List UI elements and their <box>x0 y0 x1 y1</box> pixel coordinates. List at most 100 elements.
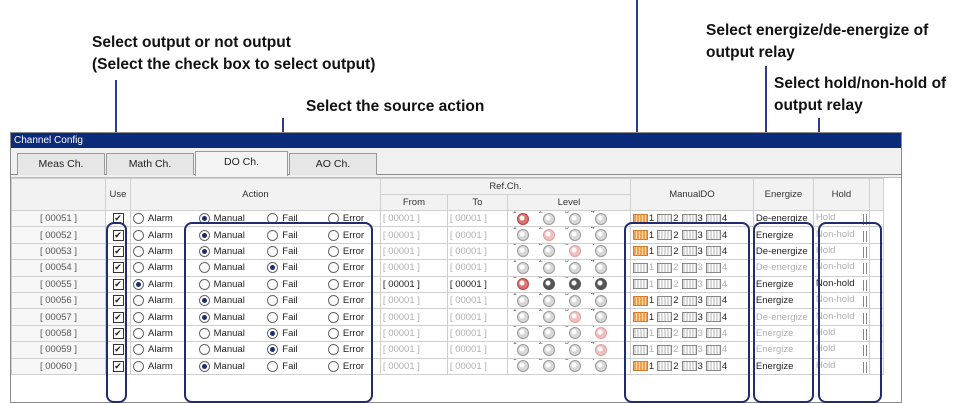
hold-cell[interactable]: Non-hold <box>812 226 870 244</box>
tab-do-ch[interactable]: DO Ch. <box>195 151 288 176</box>
hold-cell[interactable]: Non-hold <box>812 291 870 310</box>
manualdo-switch[interactable]: 4 <box>705 262 727 273</box>
manualdo-switch[interactable]: 3 <box>681 230 703 241</box>
level-lamp-icon[interactable]: 2 <box>539 244 555 258</box>
level-lamp-icon[interactable]: 1 <box>513 261 529 274</box>
use-checkbox[interactable]: ✔ <box>112 344 124 356</box>
hold-cell[interactable]: Non-hold <box>812 259 870 277</box>
manualdo-switch[interactable]: 2 <box>657 295 679 306</box>
energize-cell[interactable]: Energize <box>752 341 814 359</box>
manualdo-switch[interactable]: 1 <box>632 295 654 306</box>
level-lamp-icon[interactable]: 1 <box>513 277 529 291</box>
action-radio-error[interactable] <box>327 229 339 241</box>
ref-from-field[interactable]: [ 00001 ] <box>379 341 448 359</box>
level-lamp-icon[interactable]: 2 <box>539 359 555 373</box>
action-radio-error[interactable] <box>327 262 339 274</box>
energize-cell[interactable]: Energize <box>752 275 814 293</box>
energize-cell[interactable]: Energize <box>752 291 814 310</box>
level-lamp-icon[interactable]: 3 <box>565 293 581 307</box>
action-radio-fail[interactable] <box>267 295 279 307</box>
ref-from-field[interactable]: [ 00001 ] <box>379 242 448 261</box>
hold-cell[interactable]: Hold <box>812 357 870 375</box>
level-lamp-icon[interactable]: 2 <box>539 310 555 324</box>
manualdo-switch[interactable]: 3 <box>681 262 703 273</box>
manualdo-switch[interactable]: 3 <box>681 344 703 355</box>
action-radio-manual[interactable] <box>198 295 210 307</box>
ref-from-field[interactable]: [ 00001 ] <box>379 324 448 343</box>
hold-spinner-icon[interactable] <box>862 246 867 258</box>
level-lamp-icon[interactable]: 2 <box>539 228 555 242</box>
ref-to-field[interactable]: [ 00001 ] <box>446 291 508 310</box>
manualdo-switch[interactable]: 4 <box>705 312 727 323</box>
use-checkbox[interactable]: ✔ <box>112 262 124 274</box>
use-checkbox[interactable]: ✔ <box>112 245 124 257</box>
level-lamp-icon[interactable]: 3 <box>565 310 581 324</box>
action-radio-fail[interactable] <box>267 311 279 323</box>
energize-cell[interactable]: De-energize <box>752 209 814 228</box>
level-lamp-icon[interactable]: 4 <box>591 293 607 307</box>
level-lamp-icon[interactable]: 2 <box>539 326 555 340</box>
manualdo-switch[interactable]: 2 <box>657 262 679 273</box>
ref-to-field[interactable]: [ 00001 ] <box>446 209 508 228</box>
manualdo-switch[interactable]: 1 <box>632 246 654 257</box>
manualdo-switch[interactable]: 1 <box>632 279 654 290</box>
level-lamp-icon[interactable]: 2 <box>539 212 555 225</box>
tab-math-ch[interactable]: Math Ch. <box>106 153 194 175</box>
manualdo-switch[interactable]: 4 <box>705 230 727 241</box>
use-checkbox[interactable]: ✔ <box>112 278 124 290</box>
action-radio-manual[interactable] <box>198 213 210 225</box>
level-lamp-icon[interactable]: 3 <box>565 326 581 340</box>
action-radio-error[interactable] <box>327 344 339 356</box>
manualdo-switch[interactable]: 3 <box>681 295 703 306</box>
level-lamp-icon[interactable]: 4 <box>591 261 607 274</box>
manualdo-switch[interactable]: 2 <box>657 279 679 290</box>
manualdo-switch[interactable]: 2 <box>657 213 679 224</box>
use-checkbox[interactable]: ✔ <box>112 311 124 323</box>
hold-spinner-icon[interactable] <box>862 345 867 357</box>
manualdo-switch[interactable]: 4 <box>705 246 727 257</box>
manualdo-switch[interactable]: 3 <box>681 213 703 224</box>
action-radio-error[interactable] <box>327 278 339 290</box>
manualdo-switch[interactable]: 2 <box>657 246 679 257</box>
hold-spinner-icon[interactable] <box>862 328 867 340</box>
action-radio-manual[interactable] <box>198 344 210 356</box>
action-radio-manual[interactable] <box>198 311 210 323</box>
level-lamp-icon[interactable]: 3 <box>565 228 581 242</box>
action-radio-fail[interactable] <box>267 278 279 290</box>
level-lamp-icon[interactable]: 3 <box>565 359 581 373</box>
manualdo-switch[interactable]: 4 <box>705 295 727 306</box>
action-radio-fail[interactable] <box>267 327 279 339</box>
manualdo-switch[interactable]: 2 <box>657 312 679 323</box>
action-radio-fail[interactable] <box>267 245 279 257</box>
ref-to-field[interactable]: [ 00001 ] <box>446 308 508 326</box>
level-lamp-icon[interactable]: 1 <box>513 212 529 225</box>
ref-to-field[interactable]: [ 00001 ] <box>446 259 508 277</box>
hold-cell[interactable]: Non-hold <box>812 275 870 293</box>
action-radio-manual[interactable] <box>198 360 210 372</box>
level-lamp-icon[interactable]: 2 <box>539 293 555 307</box>
manualdo-switch[interactable]: 1 <box>632 328 654 339</box>
manualdo-switch[interactable]: 3 <box>681 328 703 339</box>
action-radio-alarm[interactable] <box>133 245 144 257</box>
level-lamp-icon[interactable]: 4 <box>591 228 607 242</box>
manualdo-switch[interactable]: 4 <box>705 361 727 372</box>
hold-spinner-icon[interactable] <box>862 263 867 275</box>
level-lamp-icon[interactable]: 2 <box>539 343 555 356</box>
ref-from-field[interactable]: [ 00001 ] <box>379 308 448 326</box>
level-lamp-icon[interactable]: 1 <box>513 359 529 373</box>
action-radio-fail[interactable] <box>267 344 279 356</box>
hold-spinner-icon[interactable] <box>862 361 867 373</box>
action-radio-error[interactable] <box>327 327 339 339</box>
action-radio-fail[interactable] <box>267 213 279 225</box>
action-radio-alarm[interactable] <box>133 311 144 323</box>
level-lamp-icon[interactable]: 1 <box>513 293 529 307</box>
action-radio-alarm[interactable] <box>133 360 144 372</box>
level-lamp-icon[interactable]: 4 <box>591 212 607 225</box>
use-checkbox[interactable]: ✔ <box>112 360 124 372</box>
action-radio-error[interactable] <box>327 295 339 307</box>
ref-from-field[interactable]: [ 00001 ] <box>379 209 448 228</box>
manualdo-switch[interactable]: 1 <box>632 213 654 224</box>
action-radio-error[interactable] <box>327 311 339 323</box>
hold-cell[interactable]: Hold <box>812 341 870 359</box>
energize-cell[interactable]: Energize <box>752 226 814 244</box>
